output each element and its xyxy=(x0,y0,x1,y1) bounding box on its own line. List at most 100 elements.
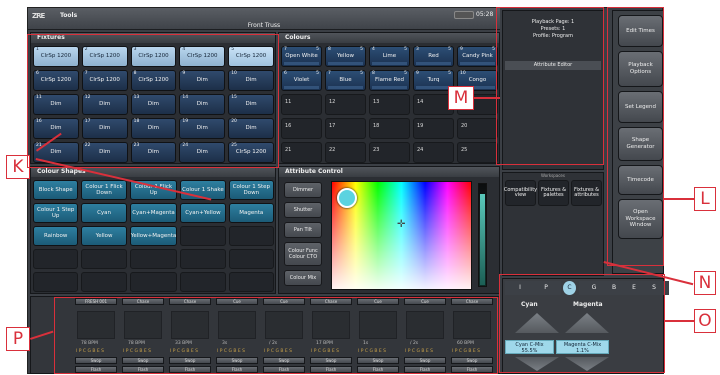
colour-count: 5 xyxy=(316,47,319,52)
attribute-control-pane: Attribute Control Dimmer Shutter Pan Til… xyxy=(278,166,500,294)
colour-shape-empty-slot[interactable] xyxy=(228,272,274,292)
callout-p: P xyxy=(6,327,30,351)
colour-shape-empty-slot[interactable] xyxy=(33,249,79,269)
colour-empty-slot[interactable]: 11 xyxy=(281,94,322,115)
colour-shape-button[interactable]: Colour 1 Step Down xyxy=(228,180,274,200)
callout-frame-p xyxy=(54,297,498,374)
colour-empty-slot[interactable]: 18 xyxy=(369,118,410,139)
crosshair-icon: ✛ xyxy=(397,219,406,230)
callout-frame-l xyxy=(607,7,664,266)
colour-count: 5 xyxy=(448,71,451,76)
colour-palette-button[interactable]: 8 5 Yellow xyxy=(325,46,366,67)
colour-slot-number: 24 xyxy=(417,147,424,153)
colour-shape-button[interactable]: Yellow xyxy=(81,226,127,246)
colour-empty-slot[interactable]: 19 xyxy=(413,118,454,139)
colour-empty-slot[interactable]: 13 xyxy=(369,94,410,115)
attr-colour-mix-button[interactable]: Colour Mix xyxy=(284,270,322,286)
workspace-fixtures-palettes[interactable]: Fixtures & palettes xyxy=(538,180,569,206)
attribute-control-title: Attribute Control xyxy=(279,167,499,177)
workspace-compatibility[interactable]: Compatibility view xyxy=(504,180,537,206)
attr-shutter-button[interactable]: Shutter xyxy=(284,202,322,218)
attr-colour-func-button[interactable]: Colour Func Colour CTO xyxy=(284,242,322,266)
colour-number: 8 xyxy=(328,47,331,52)
colour-empty-slot[interactable]: 22 xyxy=(325,142,366,163)
colour-empty-slot[interactable]: 20 xyxy=(457,118,498,139)
colour-count: 5 xyxy=(404,47,407,52)
colour-empty-slot[interactable]: 25 xyxy=(457,142,498,163)
colour-empty-slot[interactable]: 17 xyxy=(325,118,366,139)
window-title: Front Truss xyxy=(247,22,281,29)
colour-palette-button[interactable]: 9 5 Candy Pink xyxy=(457,46,498,67)
top-bar: ZRE Tools Front Truss 05:28 xyxy=(28,8,500,30)
callout-frame-k xyxy=(27,34,279,168)
colour-slot-number: 16 xyxy=(285,123,292,129)
attr-pan-tilt-button[interactable]: Pan Tilt xyxy=(284,222,322,238)
workspaces-pane: Workspaces Compatibility view Fixtures &… xyxy=(502,172,604,276)
colour-empty-slot[interactable]: 12 xyxy=(325,94,366,115)
colour-label: Flame Red xyxy=(374,77,404,84)
callout-n: N xyxy=(694,271,716,295)
colour-count: 5 xyxy=(316,71,319,76)
keyboard-icon[interactable] xyxy=(454,11,474,19)
attr-dimmer-button[interactable]: Dimmer xyxy=(284,182,322,198)
colour-shape-empty-slot[interactable] xyxy=(228,226,274,246)
colour-shape-empty-slot[interactable] xyxy=(129,249,178,269)
colour-shape-empty-slot[interactable] xyxy=(129,272,178,292)
colour-label: Turq xyxy=(427,77,440,84)
colour-shape-button[interactable]: Block Shape xyxy=(33,180,79,200)
colour-palette-button[interactable]: 8 5 Flame Red xyxy=(369,70,410,91)
colour-slot-number: 20 xyxy=(461,123,468,129)
colour-shape-button[interactable]: Colour 1 Step Up xyxy=(33,203,79,223)
colour-palette-button[interactable]: 7 5 Blue xyxy=(325,70,366,91)
colour-count: 5 xyxy=(404,71,407,76)
colour-empty-slot[interactable]: 23 xyxy=(369,142,410,163)
colour-number: 3 xyxy=(416,47,419,52)
colour-label: Candy Pink xyxy=(462,53,493,60)
colour-shape-button[interactable]: Magenta xyxy=(228,203,274,223)
colour-count: 5 xyxy=(360,47,363,52)
colour-shape-empty-slot[interactable] xyxy=(180,249,226,269)
colour-empty-slot[interactable]: 16 xyxy=(281,118,322,139)
colour-shape-empty-slot[interactable] xyxy=(180,226,226,246)
colour-shape-button[interactable]: Yellow+Magenta xyxy=(129,226,178,246)
colour-count: 5 xyxy=(448,47,451,52)
colour-count: 5 xyxy=(360,71,363,76)
colour-palette-button[interactable]: 7 5 Open White xyxy=(281,46,322,67)
tools-menu[interactable]: Tools xyxy=(60,12,77,19)
callout-o: O xyxy=(694,309,716,333)
colour-slot-number: 23 xyxy=(373,147,380,153)
colour-slot-number: 22 xyxy=(329,147,336,153)
colour-attribute-strip xyxy=(372,86,407,89)
colour-shape-empty-slot[interactable] xyxy=(180,272,226,292)
intensity-slider[interactable] xyxy=(478,183,487,287)
colour-shape-empty-slot[interactable] xyxy=(228,249,274,269)
colour-slot-number: 12 xyxy=(329,99,336,105)
colour-shape-empty-slot[interactable] xyxy=(81,249,127,269)
colour-palette-button[interactable]: 3 5 Red xyxy=(413,46,454,67)
colour-shape-empty-slot[interactable] xyxy=(81,272,127,292)
colour-palette-button[interactable]: 4 5 Lime xyxy=(369,46,410,67)
callout-line-l xyxy=(664,198,694,200)
colour-picker-handle[interactable] xyxy=(337,188,357,208)
colour-slot-number: 18 xyxy=(373,123,380,129)
colour-palette-button[interactable]: 6 5 Violet xyxy=(281,70,322,91)
colour-picker[interactable]: ✛ xyxy=(331,181,472,290)
colour-attribute-strip xyxy=(328,62,363,65)
colour-number: 9 xyxy=(460,47,463,52)
colour-empty-slot[interactable]: 21 xyxy=(281,142,322,163)
colour-number: 7 xyxy=(328,71,331,76)
colour-slot-number: 25 xyxy=(461,147,468,153)
colours-title: Colours xyxy=(279,33,499,43)
colour-shape-button[interactable]: Rainbow xyxy=(33,226,79,246)
colour-shapes-title: Colour Shapes xyxy=(31,167,275,177)
colour-shape-button[interactable]: Cyan+Yellow xyxy=(180,203,226,223)
colour-label: Open White xyxy=(285,53,318,60)
colour-shape-button[interactable]: Cyan xyxy=(81,203,127,223)
colour-slot-number: 14 xyxy=(417,99,424,105)
callout-frame-o xyxy=(499,274,665,373)
colour-shape-button[interactable]: Cyan+Magenta xyxy=(129,203,178,223)
workspace-fixtures-attributes[interactable]: Fixtures & attributes xyxy=(571,180,602,206)
colour-shape-empty-slot[interactable] xyxy=(33,272,79,292)
colour-shape-button[interactable]: Colour 1 Flick Down xyxy=(81,180,127,200)
colour-empty-slot[interactable]: 24 xyxy=(413,142,454,163)
